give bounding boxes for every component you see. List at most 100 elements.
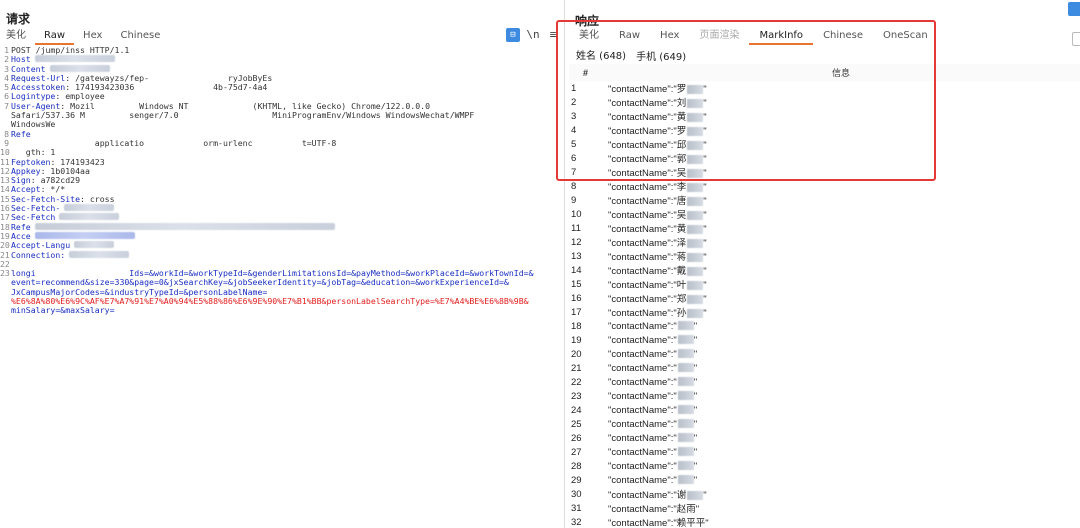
contact-name-text: "contactName":"邱 [608,140,687,151]
table-row[interactable]: 31 "contactName":"赵雨" [569,501,1080,516]
table-row[interactable]: 28 "contactName":" " [569,459,1080,473]
row-number: 30 [571,488,582,500]
table-row[interactable]: 1 "contactName":"罗 " [569,81,1080,96]
row-number: 13 [571,250,582,262]
table-row[interactable]: 18 "contactName":" " [569,319,1080,333]
tab-render[interactable]: 页面渲染 [689,29,749,45]
quote-glyph: " [693,418,698,430]
layout-toggle-button[interactable] [1068,2,1080,16]
table-row[interactable]: 5 "contactName":"邱 " [569,137,1080,152]
table-row[interactable]: 26 "contactName":" " [569,431,1080,445]
tab-chinese[interactable]: Chinese [813,29,873,45]
table-row[interactable]: 12 "contactName":"泽 " [569,235,1080,250]
redacted-blur [677,391,694,401]
quote-glyph: " [693,390,698,402]
quote-glyph: " [693,334,698,346]
row-info: "contactName":"吴 " [602,165,1080,179]
side-panel-handle[interactable] [1072,32,1080,46]
tab-raw[interactable]: Raw [609,29,650,45]
newline-icon[interactable]: \n [526,28,540,42]
row-number: 15 [571,278,582,290]
table-row[interactable]: 9 "contactName":"唐 " [569,193,1080,208]
menu-icon[interactable]: ≡ [546,28,560,42]
redacted-blur [677,475,694,485]
table-row[interactable]: 13 "contactName":"蒋 " [569,249,1080,264]
table-row[interactable]: 8 "contactName":"李 " [569,179,1080,194]
tab-hex[interactable]: Hex [650,29,689,45]
row-number: 3 [571,110,577,122]
tab-chinese[interactable]: Chinese [111,29,169,45]
redacted-blur [74,241,115,249]
table-row[interactable]: 21 "contactName":" " [569,361,1080,375]
table-row[interactable]: 22 "contactName":" " [569,375,1080,389]
contact-name-text: "contactName":"吴 [608,168,687,179]
table-row[interactable]: 30 "contactName":"谢 " [569,487,1080,502]
tab-markinfo[interactable]: MarkInfo [749,29,814,45]
col-number-header[interactable]: # [569,68,602,78]
quote-glyph: " [703,490,707,501]
header-key: Connection [11,249,61,260]
tab-hex[interactable]: Hex [74,29,111,45]
table-row[interactable]: 20 "contactName":" " [569,347,1080,361]
contact-name-text: "contactName":" [608,390,677,402]
subtab-phone[interactable]: 手机 (649) [636,48,686,65]
contact-name-text: "contactName":" [608,474,677,486]
row-info: "contactName":"戴 " [602,263,1080,277]
quote-glyph: " [703,252,707,263]
redacted-blur [687,294,704,304]
col-info-header[interactable]: 信息 [602,66,1080,79]
request-tabs: 美化 Raw Hex Chinese [0,29,169,45]
table-row[interactable]: 3 "contactName":"黄 " [569,109,1080,124]
redacted-blur [687,126,704,136]
row-number: 5 [571,138,577,150]
wrap-icon[interactable]: ⊟ [506,28,520,42]
row-number: 4 [571,124,577,136]
row-info: "contactName":" " [602,321,1080,332]
contact-name-text: "contactName":" [608,418,677,430]
quote-glyph: " [703,126,707,137]
code-text: Safari/537.36 M senger/7.0 MiniProgramEn… [11,110,475,121]
quote-glyph: " [693,404,698,416]
table-row[interactable]: 2 "contactName":"刘 " [569,95,1080,110]
table-row[interactable]: 32 "contactName":"赖平平" [569,515,1080,528]
row-number: 18 [571,320,582,332]
redacted-blur [59,213,120,221]
code-line: 2 Host [0,54,565,64]
tab-raw[interactable]: Raw [35,29,75,45]
table-row[interactable]: 4 "contactName":"罗 " [569,123,1080,138]
row-number: 6 [571,152,577,164]
row-info: "contactName":"泽 " [602,235,1080,249]
request-editor[interactable]: 1 POST /jump/inss HTTP/1.1 2 Host 3 Content 4 R… [0,45,565,316]
row-info: "contactName":"黄 " [602,221,1080,235]
row-info: "contactName":"赵雨" [602,501,1080,515]
table-row[interactable]: 11 "contactName":"黄 " [569,221,1080,236]
table-row[interactable]: 17 "contactName":"孙 " [569,305,1080,320]
tab-beautify[interactable]: 美化 [568,29,609,45]
table-row[interactable]: 14 "contactName":"戴 " [569,263,1080,278]
row-info: "contactName":" " [602,419,1080,430]
redacted-blur [677,321,694,331]
table-row[interactable]: 25 "contactName":" " [569,417,1080,431]
quote-glyph: " [703,84,707,95]
table-row[interactable]: 7 "contactName":"吴 " [569,165,1080,180]
table-row[interactable]: 16 "contactName":"郑 " [569,291,1080,306]
quote-glyph: " [703,182,707,193]
table-row[interactable]: 10 "contactName":"吴 " [569,207,1080,222]
request-title: 请求 [6,12,31,26]
table-row[interactable]: 27 "contactName":" " [569,445,1080,459]
table-row[interactable]: 24 "contactName":" " [569,403,1080,417]
row-number: 19 [571,334,582,346]
table-row[interactable]: 6 "contactName":"郭 " [569,151,1080,166]
table-row[interactable]: 15 "contactName":"叶 " [569,277,1080,292]
table-row[interactable]: 19 "contactName":" " [569,333,1080,347]
redacted-blur [34,55,115,63]
tab-beautify[interactable]: 美化 [0,29,35,45]
redacted-blur [64,204,115,212]
tab-onescan[interactable]: OneScan [873,29,938,45]
table-row[interactable]: 23 "contactName":" " [569,389,1080,403]
quote-glyph: " [703,280,707,291]
redacted-blur [687,252,704,262]
table-row[interactable]: 29 "contactName":" " [569,473,1080,487]
table-header: # 信息 [569,64,1080,81]
row-info: "contactName":"孙 " [602,305,1080,319]
